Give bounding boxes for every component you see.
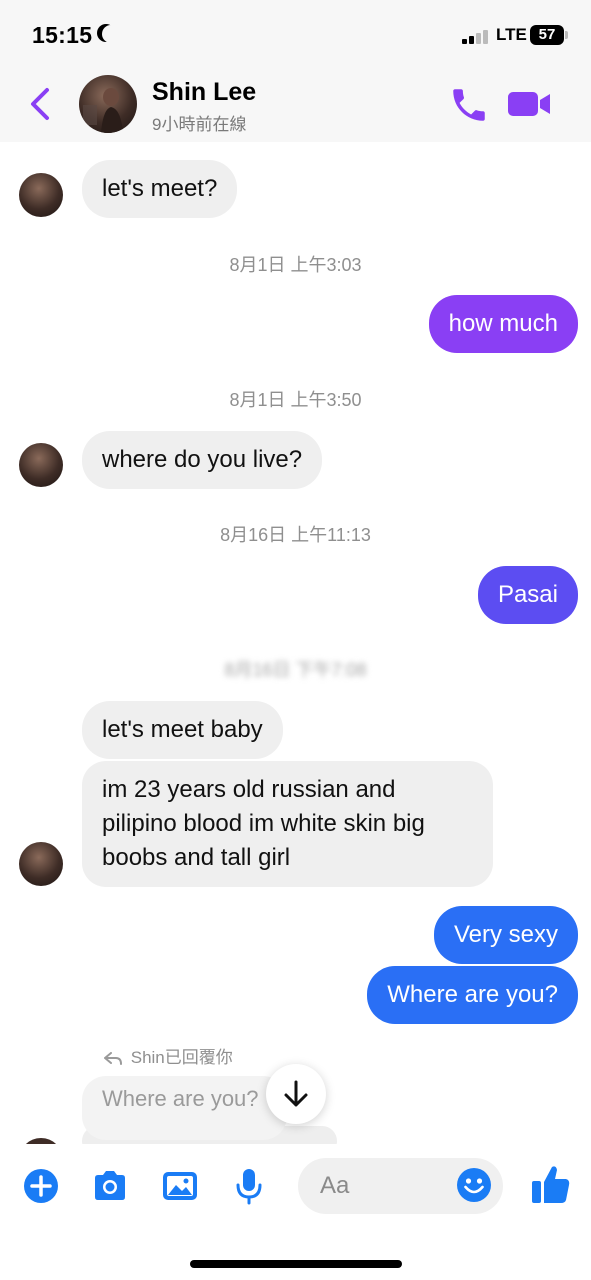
phone-icon[interactable]: [448, 84, 490, 126]
timestamp: 8月16日 下午7:08: [224, 660, 367, 680]
reply-label-text: Shin已回覆你: [130, 1048, 233, 1067]
microphone-icon[interactable]: [229, 1166, 269, 1206]
scroll-to-bottom-button[interactable]: [266, 1064, 326, 1124]
home-indicator: [190, 1260, 402, 1268]
emoji-icon[interactable]: [456, 1167, 492, 1203]
reply-arrow-icon: [104, 1051, 122, 1065]
contact-avatar[interactable]: [79, 75, 137, 133]
message-received: where do you live?: [82, 431, 323, 489]
status-time: 15:15: [32, 22, 93, 48]
chat-header: Shin Lee 9小時前在線: [0, 70, 591, 142]
message-sent: Very sexy: [433, 906, 578, 964]
signal-icon: [462, 28, 492, 44]
message-sent: how much: [428, 295, 578, 353]
contact-avatar-small[interactable]: [19, 842, 63, 886]
battery-icon: 57: [530, 25, 568, 45]
reply-label: Shin已回覆你: [104, 1043, 233, 1068]
contact-avatar-small[interactable]: [19, 443, 63, 487]
timestamp: 8月1日 上午3:50: [229, 390, 362, 410]
network-label: LTE: [496, 25, 527, 44]
arrow-down-icon: [284, 1080, 308, 1107]
contact-name[interactable]: Shin Lee: [152, 78, 256, 107]
plus-icon[interactable]: [21, 1166, 61, 1206]
gallery-icon[interactable]: [160, 1166, 200, 1206]
timestamp: 8月1日 上午3:03: [229, 255, 362, 275]
contact-status: 9小時前在線: [152, 115, 247, 134]
message-line: boobs and tall girl: [102, 844, 291, 871]
message-received: im 23 years old russian and pilipino blo…: [82, 761, 493, 887]
contact-avatar-small[interactable]: [19, 173, 63, 217]
composer-bar: [0, 1144, 591, 1280]
message-received: let's meet baby: [82, 701, 283, 759]
back-chevron-icon[interactable]: [22, 84, 62, 124]
status-bar: 15:15 LTE 57: [0, 0, 591, 70]
message-sent: Where are you?: [367, 966, 578, 1024]
video-icon[interactable]: [506, 86, 552, 122]
moon-icon: [102, 25, 120, 43]
message-received: let's meet?: [82, 160, 238, 218]
camera-icon[interactable]: [90, 1166, 130, 1206]
message-line: im 23 years old russian and: [102, 776, 396, 803]
reply-quote: Where are you?: [82, 1076, 287, 1140]
thumbs-up-icon[interactable]: [530, 1162, 572, 1206]
message-line: pilipino blood im white skin big: [102, 810, 425, 837]
timestamp: 8月16日 上午11:13: [220, 525, 371, 545]
message-sent: Pasai: [477, 566, 578, 624]
